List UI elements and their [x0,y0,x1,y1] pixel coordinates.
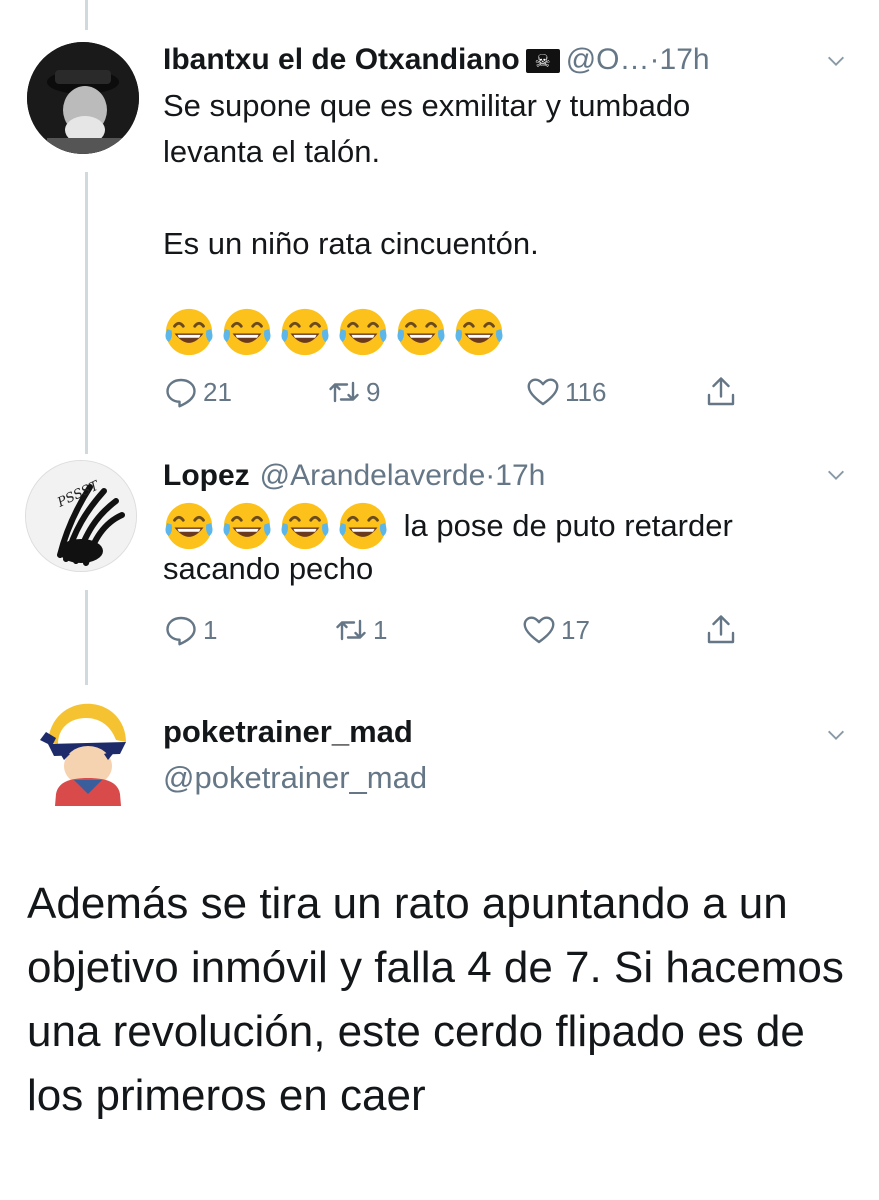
like-count: 116 [565,376,607,407]
timestamp[interactable]: 17h [660,43,710,76]
timestamp[interactable]: 17h [495,459,545,492]
avatar-image [40,703,126,806]
retweet-button[interactable]: 9 [326,372,380,412]
display-name[interactable]: Lopez [163,459,250,492]
separator: · [485,459,496,492]
laughing-emoji-icon [455,308,503,356]
like-count: 17 [561,614,590,645]
reply-button[interactable]: 1 [163,610,217,650]
tweet-lopez[interactable]: PSSST Lopez @Arandelaverde·17h la pose de… [0,450,879,690]
laughing-emoji-icon [281,502,329,550]
reply-count: 1 [203,614,218,645]
tweet-header: Lopez @Arandelaverde·17h [163,458,545,494]
tweet-text-line1: la pose de puto retarder [403,508,733,543]
tweet-ibantxu[interactable]: Ibantxu el de Otxandiano ☠ @O…·17h Se supo… [0,0,879,450]
emoji-row [163,500,389,552]
reply-icon [166,616,196,646]
retweet-count: 1 [373,614,388,645]
reply-count: 21 [203,376,232,407]
separator: · [649,43,660,76]
chevron-down-icon[interactable] [825,724,847,746]
reply-icon [166,378,196,408]
laughing-emoji-icon [397,308,445,356]
like-button[interactable]: 116 [525,372,606,412]
chevron-down-icon[interactable] [825,464,847,486]
laughing-emoji-icon [223,308,271,356]
avatar[interactable] [27,42,139,154]
handle[interactable]: @Arandelaverde [260,459,486,492]
tweet-actions: 1 1 17 [163,610,763,650]
avatar-image [27,42,139,154]
like-button[interactable]: 17 [521,610,590,650]
display-name[interactable]: poketrainer_mad [163,712,413,752]
tweet-header: Ibantxu el de Otxandiano ☠ @O…·17h [163,42,710,78]
avatar[interactable] [30,694,142,806]
laughing-emoji-icon [165,308,213,356]
retweet-icon [329,381,359,403]
display-name[interactable]: Ibantxu el de Otxandiano [163,43,520,76]
share-icon [707,377,735,406]
handle[interactable]: @poketrainer_mad [163,758,427,798]
chevron-down-icon[interactable] [825,50,847,72]
tweet-actions: 21 9 116 [163,372,763,412]
share-button[interactable] [703,610,739,650]
retweet-icon [336,619,366,641]
laughing-emoji-icon [165,502,213,550]
share-button[interactable] [703,372,739,412]
tweet-text-line2: sacando pecho [163,551,374,586]
share-icon [707,615,735,644]
like-icon [527,378,559,406]
tweet-text: Se supone que es exmilitar y tumbado lev… [163,88,691,261]
retweet-button[interactable]: 1 [333,610,387,650]
main-tweet-text: Además se tira un rato apuntando a un ob… [27,879,844,1120]
avatar[interactable]: PSSST [25,460,137,572]
avatar-image: PSSST [26,461,136,571]
pirate-flag-icon: ☠ [525,49,560,74]
retweet-count: 9 [366,376,381,407]
handle[interactable]: @O… [566,43,650,76]
tweet-text: la pose de puto retarder [163,500,733,552]
reply-button[interactable]: 21 [163,372,232,412]
emoji-row [163,306,505,358]
laughing-emoji-icon [281,308,329,356]
laughing-emoji-icon [339,308,387,356]
like-icon [523,616,555,644]
laughing-emoji-icon [339,502,387,550]
laughing-emoji-icon [223,502,271,550]
